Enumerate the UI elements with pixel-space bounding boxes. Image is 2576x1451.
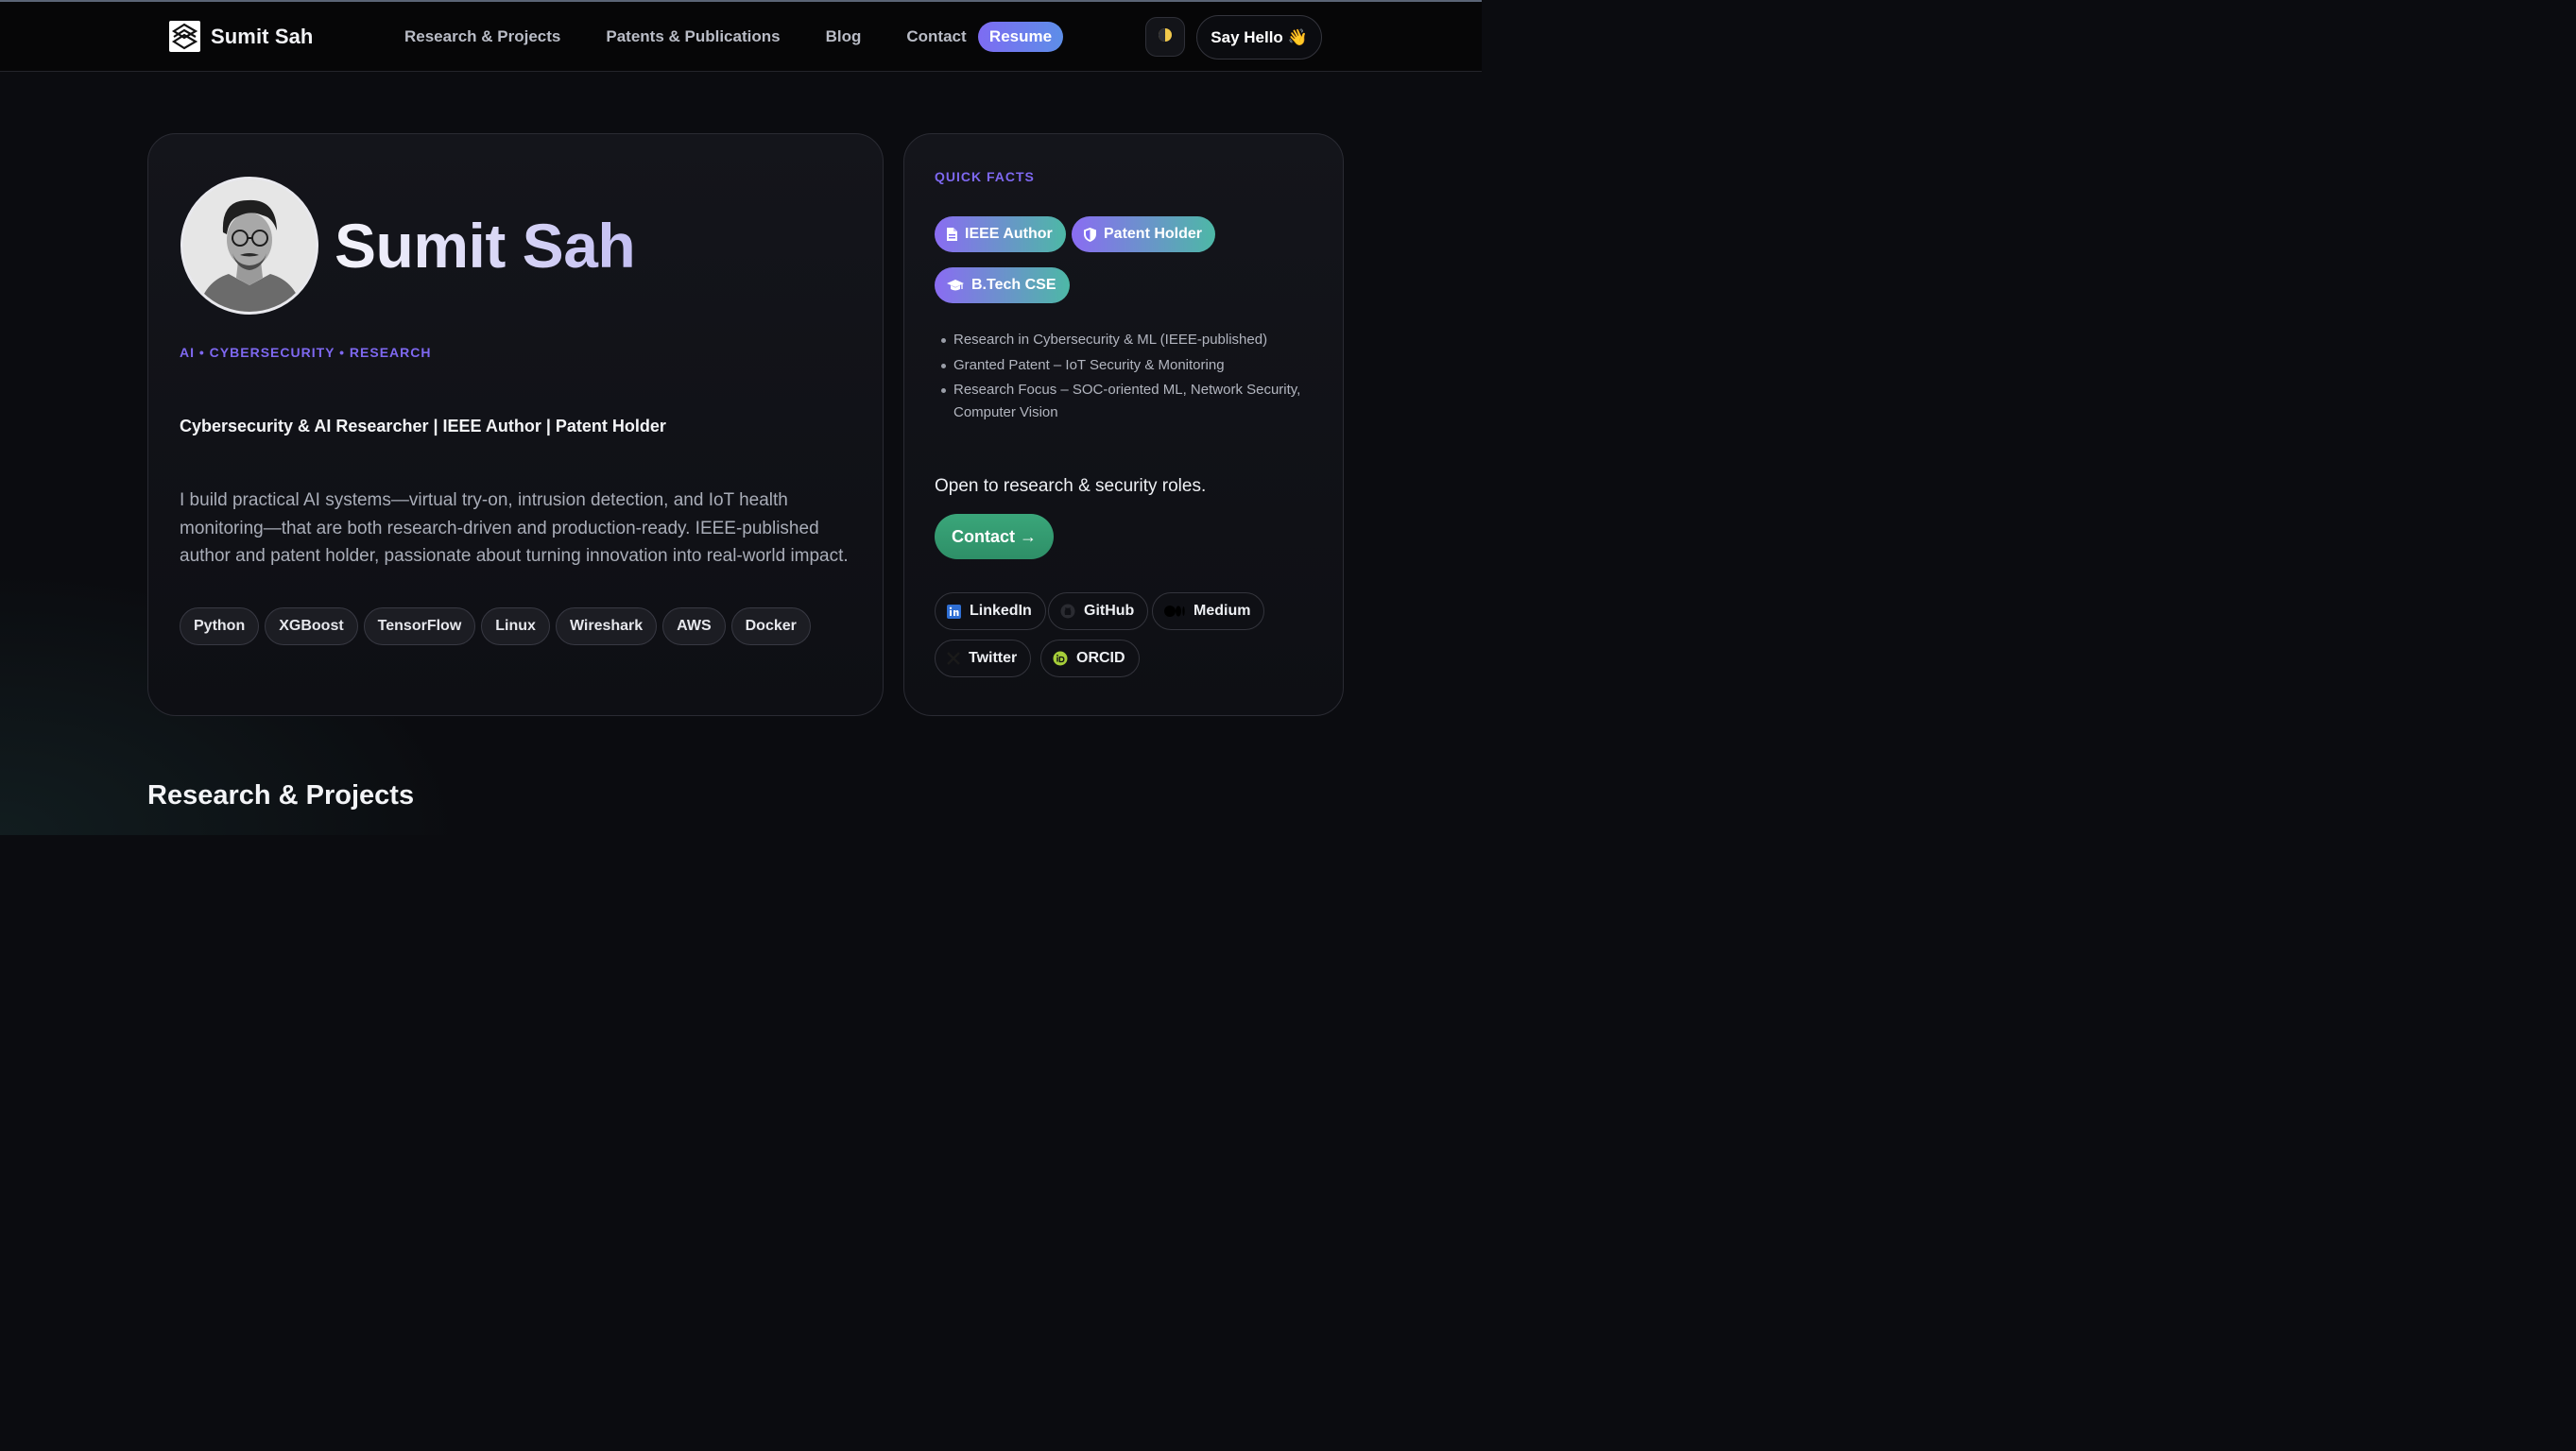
skill-chip: Wireshark (555, 607, 658, 645)
skills-list: Python XGBoost TensorFlow Linux Wireshar… (180, 607, 816, 645)
brand-link[interactable]: Sumit Sah (169, 21, 313, 52)
avatar (180, 177, 318, 315)
social-label: LinkedIn (970, 603, 1032, 619)
hero-eyebrow: AI • CYBERSECURITY • RESEARCH (180, 345, 432, 360)
nav-link-blog[interactable]: Blog (826, 27, 862, 46)
skill-chip: AWS (662, 607, 726, 645)
open-to-roles-text: Open to research & security roles. (935, 476, 1207, 496)
skill-chip: Linux (481, 607, 550, 645)
skill-chip: Docker (730, 607, 811, 645)
say-hello-button[interactable]: Say Hello 👋 (1196, 15, 1322, 60)
social-label: GitHub (1084, 603, 1135, 619)
top-navbar: Sumit Sah Research & Projects Patents & … (0, 2, 1482, 72)
badge-label: Patent Holder (1104, 226, 1203, 242)
skill-chip: XGBoost (265, 607, 358, 645)
shield-icon (1084, 227, 1096, 242)
twitter-link[interactable]: Twitter (935, 640, 1032, 677)
hero-headline: Cybersecurity & AI Researcher | IEEE Aut… (180, 417, 666, 435)
badge-ieee-author: IEEE Author (935, 216, 1066, 252)
github-icon (1060, 604, 1075, 619)
resume-button[interactable]: Resume (978, 22, 1063, 52)
theme-toggle-button[interactable] (1145, 17, 1185, 57)
graduation-cap-icon (947, 279, 964, 290)
section-title-research-projects: Research & Projects (147, 780, 415, 811)
fact-item: Research in Cybersecurity & ML (IEEE-pub… (941, 329, 1313, 351)
skill-chip: Python (180, 607, 260, 645)
medium-icon (1164, 606, 1185, 617)
half-moon-icon (1158, 27, 1173, 47)
badge-patent-holder: Patent Holder (1072, 216, 1216, 252)
nav-link-patents-publications[interactable]: Patents & Publications (606, 27, 780, 46)
quick-facts-card: QUICK FACTS IEEE Author Patent Holder B.… (903, 133, 1344, 716)
badge-btech-cse: B.Tech CSE (935, 267, 1070, 303)
fact-item: Research Focus – SOC-oriented ML, Networ… (941, 379, 1313, 424)
linkedin-icon (947, 604, 961, 619)
document-icon (947, 228, 957, 241)
hero-name: Sumit Sah (335, 211, 636, 281)
nav-link-contact[interactable]: Contact (906, 27, 966, 46)
nav-link-research-projects[interactable]: Research & Projects (404, 27, 560, 46)
medium-link[interactable]: Medium (1152, 592, 1265, 630)
github-link[interactable]: GitHub (1048, 592, 1149, 630)
nav-links: Research & Projects Patents & Publicatio… (404, 2, 1012, 72)
quick-facts-title: QUICK FACTS (935, 169, 1035, 184)
brand-logo-icon (169, 21, 200, 52)
hero-card: Sumit Sah AI • CYBERSECURITY • RESEARCH … (147, 133, 884, 716)
badge-label: IEEE Author (965, 226, 1053, 242)
fact-item: Granted Patent – IoT Security & Monitori… (941, 354, 1313, 377)
skill-chip: TensorFlow (363, 607, 476, 645)
orcid-icon (1053, 651, 1068, 666)
orcid-link[interactable]: ORCID (1040, 640, 1140, 677)
brand-name: Sumit Sah (211, 24, 314, 48)
hero-bio: I build practical AI systems—virtual try… (180, 490, 849, 566)
social-label: Twitter (969, 650, 1018, 666)
contact-button[interactable]: Contact → (935, 514, 1054, 559)
facts-list: Research in Cybersecurity & ML (IEEE-pub… (941, 329, 1313, 427)
social-label: Medium (1194, 603, 1251, 619)
badge-label: B.Tech CSE (971, 277, 1056, 293)
linkedin-link[interactable]: LinkedIn (935, 592, 1046, 630)
social-label: ORCID (1076, 650, 1125, 666)
x-icon (947, 652, 960, 665)
